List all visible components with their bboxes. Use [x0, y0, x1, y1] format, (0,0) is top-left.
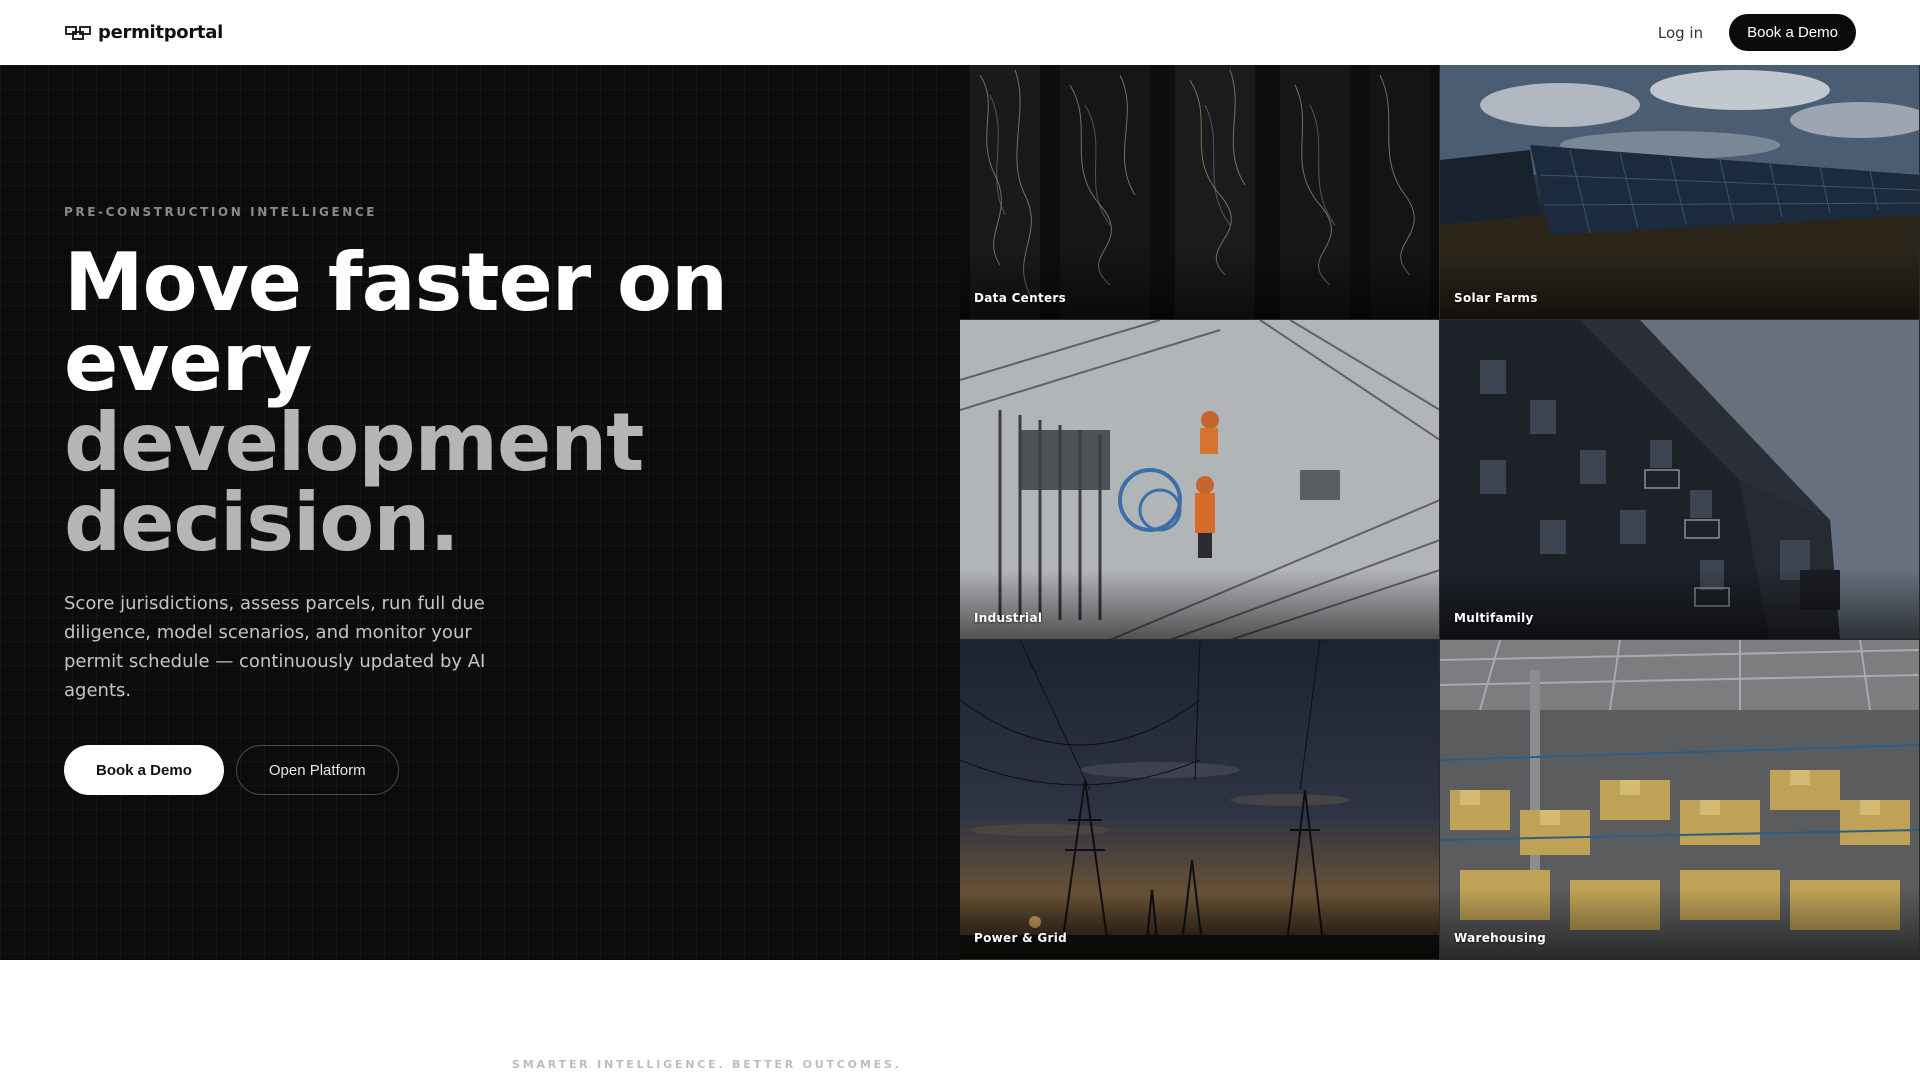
brand[interactable]: permitportal	[64, 22, 223, 43]
tile-shade	[1440, 889, 1919, 959]
hero-cta-group: Book a Demo Open Platform	[64, 745, 399, 795]
tile-power-grid[interactable]: Power & Grid	[960, 640, 1440, 960]
tile-label-industrial: Industrial	[974, 611, 1043, 625]
intelligence-section: SMARTER INTELLIGENCE. BETTER OUTCOMES.	[0, 960, 1920, 1080]
section-eyebrow: SMARTER INTELLIGENCE. BETTER OUTCOMES.	[512, 1058, 902, 1071]
hero-headline: Move faster on every development decisio…	[64, 243, 824, 563]
tile-multifamily[interactable]: Multifamily	[1440, 320, 1920, 640]
tile-label-multifamily: Multifamily	[1454, 611, 1534, 625]
tile-label-solar-farms: Solar Farms	[1454, 291, 1538, 305]
tile-warehousing[interactable]: Warehousing	[1440, 640, 1920, 960]
tile-label-power-grid: Power & Grid	[974, 931, 1068, 945]
login-link[interactable]: Log in	[1658, 24, 1703, 42]
tile-shade	[960, 889, 1439, 959]
tile-shade	[1440, 569, 1919, 639]
tile-label-warehousing: Warehousing	[1454, 931, 1546, 945]
nav-book-demo-button[interactable]: Book a Demo	[1729, 14, 1856, 51]
hero-section: PRE-CONSTRUCTION INTELLIGENCE Move faste…	[0, 65, 1920, 960]
hero-eyebrow: PRE-CONSTRUCTION INTELLIGENCE	[64, 205, 378, 219]
headline-line-3: development	[64, 396, 644, 489]
tile-shade	[960, 249, 1439, 319]
tile-shade	[960, 569, 1439, 639]
headline-line-4: decision.	[64, 476, 460, 569]
hero-content: PRE-CONSTRUCTION INTELLIGENCE Move faste…	[0, 65, 960, 960]
top-nav: permitportal Log in Book a Demo	[0, 0, 1920, 65]
sector-tiles: Data Centers Solar Farms Industrial Mult…	[960, 65, 1920, 960]
hero-book-demo-button[interactable]: Book a Demo	[64, 745, 224, 795]
tile-solar-farms[interactable]: Solar Farms	[1440, 65, 1920, 320]
tile-label-data-centers: Data Centers	[974, 291, 1067, 305]
headline-line-1: Move faster on	[64, 236, 728, 329]
tile-industrial[interactable]: Industrial	[960, 320, 1440, 640]
tile-data-centers[interactable]: Data Centers	[960, 65, 1440, 320]
open-platform-button[interactable]: Open Platform	[235, 745, 399, 795]
tile-shade	[1440, 249, 1919, 319]
logo-icon	[65, 25, 91, 40]
headline-line-2: every	[64, 316, 312, 409]
nav-actions: Log in Book a Demo	[1658, 14, 1856, 51]
hero-subtext: Score jurisdictions, assess parcels, run…	[64, 593, 486, 701]
brand-name: permitportal	[98, 22, 223, 43]
